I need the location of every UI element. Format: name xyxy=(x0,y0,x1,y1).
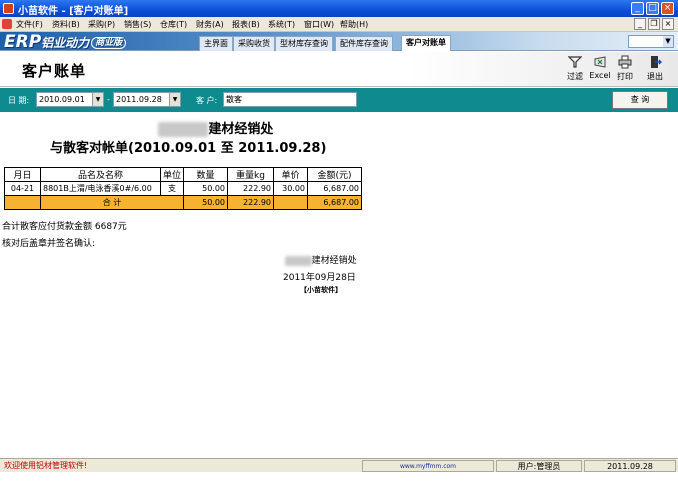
report-company: xxxxxx建材经销处 xyxy=(158,118,273,137)
column-header: 重量kg xyxy=(227,167,275,182)
chevron-down-icon[interactable]: ▼ xyxy=(169,93,180,106)
title-bar: 小苗软件 - [客户对账单] _ □ × xyxy=(0,0,678,17)
document-icon xyxy=(2,19,12,29)
exit-button[interactable]: 退出 xyxy=(643,55,667,85)
close-button[interactable]: × xyxy=(661,2,674,15)
status-user: 用户:管理员 xyxy=(496,460,582,472)
nav-tab-profile-stock[interactable]: 型材库存查询 xyxy=(275,36,333,51)
mdi-close-button[interactable]: × xyxy=(662,18,674,30)
chevron-down-icon[interactable]: ▼ xyxy=(92,93,103,106)
window-title: 小苗软件 - [客户对账单] xyxy=(18,6,129,17)
menu-finance[interactable]: 财务(A) xyxy=(196,19,224,30)
page-title: 客户账单 xyxy=(22,62,87,80)
column-header: 月日 xyxy=(4,167,41,182)
status-welcome: 欢迎使用铝材管理软件! xyxy=(4,461,88,470)
header-area: 客户账单 过滤 Excel 打印 退出 xyxy=(0,52,678,87)
date-separator: - xyxy=(107,95,110,104)
exit-door-icon xyxy=(651,56,662,68)
app-icon xyxy=(3,3,14,14)
table-total-row: 合 计 50.00 222.90 6,687.00 xyxy=(4,195,363,210)
menu-system[interactable]: 系统(T) xyxy=(268,19,295,30)
nav-combo[interactable]: ▼ xyxy=(628,35,674,48)
cell-weight: 222.90 xyxy=(227,181,275,196)
mdi-restore-button[interactable]: ❐ xyxy=(648,18,660,30)
menu-purchase[interactable]: 采购(P) xyxy=(88,19,115,30)
nav-tab-customer-statement[interactable]: 客户对账单 xyxy=(401,35,451,51)
menu-bar: 文件(F) 资料(B) 采购(P) 销售(S) 仓库(T) 财务(A) 报表(B… xyxy=(0,17,678,32)
sign-company: xxxxx建材经销处 xyxy=(285,253,357,266)
column-header: 单位 xyxy=(159,167,185,182)
customer-label: 客 户: xyxy=(196,96,218,105)
print-button[interactable]: 打印 xyxy=(613,55,637,85)
cell-qty: 50.00 xyxy=(183,181,229,196)
printer-icon xyxy=(618,55,632,69)
brand-bar: ERP铝业动力 商业版 主界面 采购收货 型材库存查询 配件库存查询 客户对账单 … xyxy=(0,32,678,52)
date-label: 日 期: xyxy=(8,96,30,105)
mdi-minimize-button[interactable]: _ xyxy=(634,18,646,30)
status-date: 2011.09.28 xyxy=(584,460,676,472)
menu-sales[interactable]: 销售(S) xyxy=(124,19,151,30)
column-header: 单价 xyxy=(273,167,309,182)
total-amount: 6,687.00 xyxy=(307,195,363,210)
query-button[interactable]: 查 询 xyxy=(612,91,668,109)
menu-data[interactable]: 资料(B) xyxy=(52,19,80,30)
cell-date: 04-21 xyxy=(4,181,41,196)
report-title: 与散客对帐单(2010.09.01 至 2011.09.28) xyxy=(50,141,327,156)
status-url: www.myffmm.com xyxy=(362,460,494,472)
table-header-row: 月日 品名及名称 单位 数量 重量kg 单价 金额(元) xyxy=(4,167,363,182)
statement-table: 月日 品名及名称 单位 数量 重量kg 单价 金额(元) 04-21 8801B… xyxy=(4,167,363,210)
date-from-picker[interactable]: 2010.09.01 ▼ xyxy=(36,92,104,107)
column-header: 数量 xyxy=(183,167,229,182)
excel-icon xyxy=(594,56,606,68)
column-header: 品名及名称 xyxy=(40,167,161,182)
report-confirm: 核对后盖章并签名确认: xyxy=(2,239,96,249)
minimize-button[interactable]: _ xyxy=(631,2,644,15)
total-label: 合 计 xyxy=(39,195,185,210)
column-header: 金额(元) xyxy=(307,167,363,182)
cell-amount: 6,687.00 xyxy=(307,181,363,196)
filter-icon xyxy=(568,56,582,68)
menu-window[interactable]: 窗口(W) xyxy=(304,19,334,30)
chevron-down-icon: ▼ xyxy=(663,36,673,47)
menu-file[interactable]: 文件(F) xyxy=(16,19,43,30)
cell-unit: 支 xyxy=(159,181,185,196)
brand-logo: ERP铝业动力 商业版 xyxy=(4,32,127,52)
software-stamp: 【小苗软件】 xyxy=(300,286,342,294)
menu-help[interactable]: 帮助(H) xyxy=(340,19,368,30)
menu-reports[interactable]: 报表(B) xyxy=(232,19,260,30)
date-to-picker[interactable]: 2011.09.28 ▼ xyxy=(113,92,181,107)
total-qty: 50.00 xyxy=(183,195,229,210)
maximize-button[interactable]: □ xyxy=(646,2,659,15)
status-bar: 欢迎使用铝材管理软件! www.myffmm.com 用户:管理员 2011.0… xyxy=(0,458,678,472)
report-area: xxxxxx建材经销处 与散客对帐单(2010.09.01 至 2011.09.… xyxy=(0,113,678,456)
cell-name: 8801B上渭/电泳香溪0#/6.00 xyxy=(40,181,161,196)
table-row: 04-21 8801B上渭/电泳香溪0#/6.00 支 50.00 222.90… xyxy=(4,181,363,196)
customer-input[interactable]: 散客 xyxy=(223,92,357,107)
excel-button[interactable]: Excel xyxy=(588,55,612,85)
cell-price: 30.00 xyxy=(273,181,309,196)
report-summary: 合计散客应付货款金额 6687元 xyxy=(2,222,127,232)
sign-date: 2011年09月28日 xyxy=(283,273,356,283)
total-weight: 222.90 xyxy=(227,195,275,210)
filter-bar: 日 期: 2010.09.01 ▼ - 2011.09.28 ▼ 客 户: 散客… xyxy=(0,88,678,112)
filter-button[interactable]: 过滤 xyxy=(563,55,587,85)
nav-tab-purchase-receipt[interactable]: 采购收货 xyxy=(233,36,275,51)
nav-tab-main[interactable]: 主界面 xyxy=(199,36,233,51)
redacted-name: xxxxxx xyxy=(158,122,209,137)
nav-tab-parts-stock[interactable]: 配件库存查询 xyxy=(335,36,393,51)
redacted-name: xxxxx xyxy=(285,256,312,266)
menu-warehouse[interactable]: 仓库(T) xyxy=(160,19,187,30)
